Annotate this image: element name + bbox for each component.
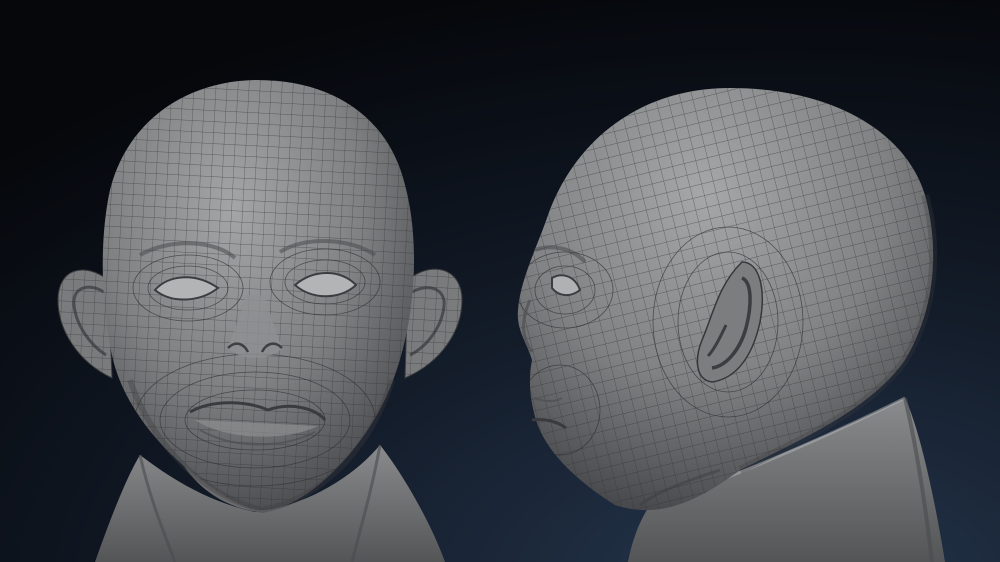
scene-svg	[0, 0, 1000, 562]
render-viewport	[0, 0, 1000, 562]
